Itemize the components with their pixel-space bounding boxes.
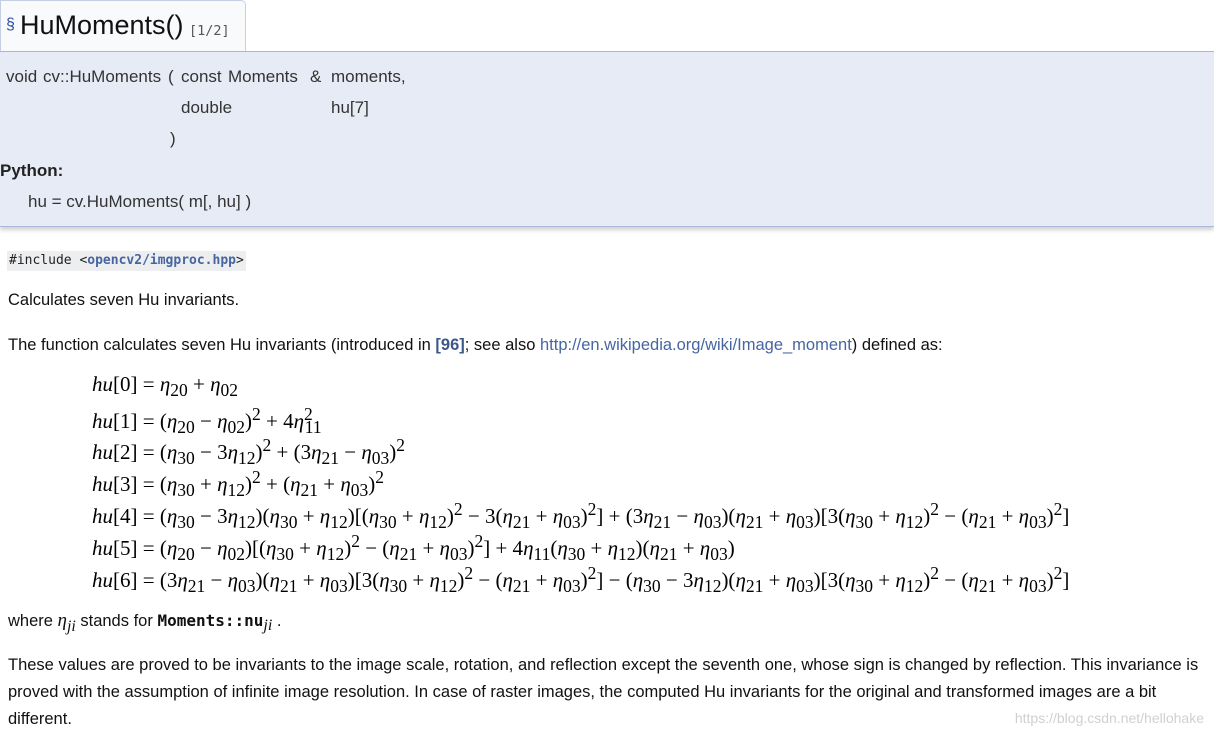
open-paren: (	[168, 67, 174, 86]
equation-hu5: hu[5] = (η20 − η02)[(η30 + η12)2 − (η21 …	[92, 531, 735, 565]
where-clause: where ηji stands for Moments::nuji .	[8, 610, 281, 636]
include-suffix: >	[236, 253, 244, 268]
include-file-link[interactable]: opencv2/imgproc.hpp	[87, 253, 236, 268]
member-tab-row: § HuMoments() [1/2]	[0, 0, 1214, 52]
moments-nu-code: Moments::nuji	[157, 611, 273, 635]
equation-hu6: hu[6] = (3η21 − η03)(η21 + η03)[3(η30 + …	[92, 563, 1070, 597]
eta-symbol: ηji	[57, 610, 76, 635]
equation-hu4: hu[4] = (η30 − 3η12)(η30 + η12)[(η30 + η…	[92, 499, 1070, 533]
section-anchor-icon[interactable]: §	[6, 16, 15, 34]
equation-hu1: hu[1] = (η20 − η02)2 + 4η211	[92, 404, 322, 438]
param1-type-link[interactable]: Moments	[228, 67, 298, 87]
brief-description: Calculates seven Hu invariants.	[8, 291, 240, 309]
wikipedia-link[interactable]: http://en.wikipedia.org/wiki/Image_momen…	[540, 336, 852, 354]
description-middle: ; see also	[464, 336, 540, 354]
return-type: void	[6, 67, 38, 86]
where-before: where	[8, 612, 53, 630]
param1-name: moments,	[331, 67, 406, 86]
const-keyword: const	[181, 67, 222, 86]
page-title: HuMoments()	[20, 10, 184, 40]
param2-name: hu[7]	[331, 98, 369, 117]
include-line: #include <opencv2/imgproc.hpp>	[7, 251, 246, 271]
where-middle: stands for	[80, 612, 153, 630]
param2-type: double	[181, 98, 233, 117]
equation-hu3: hu[3] = (η30 + η12)2 + (η21 + η03)2	[92, 467, 385, 501]
prototype-box: void cv::HuMoments ( const Moments & mom…	[0, 51, 1214, 227]
equation-hu2: hu[2] = (η30 − 3η12)2 + (3η21 − η03)2	[92, 435, 406, 469]
python-signature: hu = cv.HuMoments( m[, hu] )	[28, 192, 252, 211]
where-after: .	[276, 612, 282, 630]
detailed-description: The function calculates seven Hu invaria…	[8, 336, 943, 355]
equation-hu0: hu[0] = η20 + η02	[92, 372, 239, 401]
description-before: The function calculates seven Hu invaria…	[8, 336, 436, 354]
overload-indicator: [1/2]	[189, 23, 230, 39]
include-prefix: #include <	[9, 253, 88, 268]
function-name: cv::HuMoments	[43, 67, 162, 86]
param1-ref: &	[310, 67, 322, 86]
watermark: https://blog.csdn.net/hellohake	[1014, 710, 1204, 726]
close-paren: )	[170, 129, 176, 148]
python-label: Python:	[0, 161, 64, 180]
citation-link[interactable]: [96]	[435, 336, 464, 354]
member-title-tab: § HuMoments() [1/2]	[0, 0, 246, 52]
description-after: ) defined as:	[851, 336, 943, 354]
